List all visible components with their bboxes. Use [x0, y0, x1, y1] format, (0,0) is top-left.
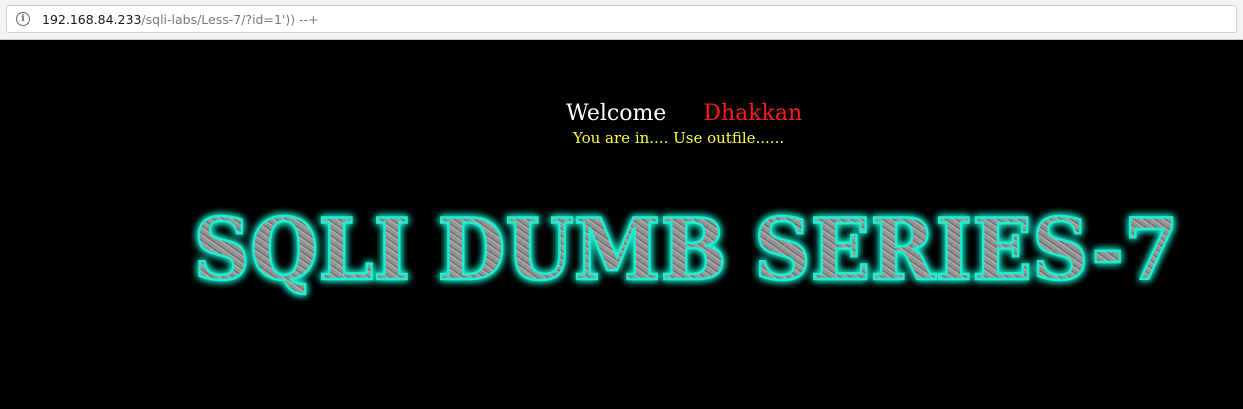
banner-text: SQLI DUMB SERIES-7 [194, 201, 1179, 299]
browser-toolbar: i 192.168.84.233 /sqli-labs/Less-7/?id=1… [0, 0, 1243, 40]
welcome-label: Welcome [566, 101, 667, 126]
series-banner-image: SQLI DUMB SERIES-7 [192, 201, 1180, 300]
welcome-line: Welcome Dhakkan [566, 101, 802, 127]
url-path: /sqli-labs/Less-7/?id=1')) --+ [141, 11, 319, 27]
page-content: Welcome Dhakkan You are in.... Use outfi… [0, 41, 1243, 409]
url-host: 192.168.84.233 [42, 11, 142, 27]
address-bar[interactable]: i 192.168.84.233 /sqli-labs/Less-7/?id=1… [6, 5, 1237, 33]
info-icon[interactable]: i [16, 12, 30, 26]
welcome-username: Dhakkan [703, 101, 803, 126]
status-message: You are in.... Use outfile...... [573, 129, 785, 147]
